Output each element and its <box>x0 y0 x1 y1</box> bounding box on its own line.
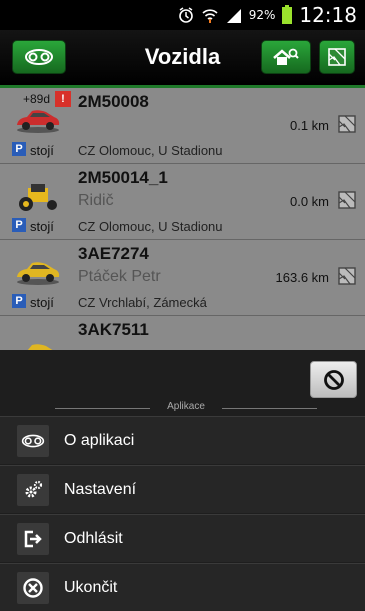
cancel-icon <box>323 369 345 391</box>
settings-icon <box>17 473 49 506</box>
menu-item-exit[interactable]: Ukončit <box>0 563 365 611</box>
section-header: Aplikace <box>55 400 317 416</box>
exit-icon <box>17 571 49 604</box>
warning-icon: ! <box>55 91 71 107</box>
signal-icon <box>225 6 243 24</box>
map-icon[interactable] <box>337 266 357 291</box>
days-badge: +89d <box>23 92 51 106</box>
vehicles-logo-icon <box>24 48 54 66</box>
map-icon[interactable] <box>337 114 357 139</box>
vehicle-address: CZ Olomouc, U Stadionu <box>78 219 223 234</box>
about-icon <box>17 424 49 457</box>
section-title: Aplikace <box>167 401 205 412</box>
status-bar: 92% 12:18 <box>0 0 365 30</box>
divider <box>222 408 317 409</box>
parking-icon: P <box>12 218 26 232</box>
battery-percent: 92% <box>248 8 276 22</box>
menu-item-label: Ukončit <box>64 578 118 596</box>
vehicle-driver: Ptáček Petr <box>78 268 161 285</box>
menu-item-logout[interactable]: Odhlásit <box>0 514 365 562</box>
vehicle-address: CZ Vrchlabí, Zámecká <box>78 295 207 310</box>
action-bar: Vozidla <box>0 30 365 88</box>
vehicle-plate: 3AK7511 <box>78 320 149 339</box>
vehicle-state: stojí <box>30 219 54 234</box>
car-icon <box>14 106 62 139</box>
vehicle-row[interactable]: 2M50014_1 Ridič 0.0 km P stojí CZ Olomou… <box>0 164 365 240</box>
page-title: Vozidla <box>144 44 221 69</box>
parking-icon: P <box>12 294 26 308</box>
battery-icon <box>281 5 293 25</box>
vehicle-row[interactable]: 3AE7274 Ptáček Petr 163.6 km P stojí CZ … <box>0 240 365 316</box>
map-icon[interactable] <box>337 190 357 215</box>
vehicle-state: stojí <box>30 143 54 158</box>
logout-icon <box>17 522 49 555</box>
map-icon <box>327 47 347 67</box>
tractor-icon <box>14 182 62 217</box>
vehicle-plate: 2M50014_1 <box>78 168 168 187</box>
vehicle-address: CZ Olomouc, U Stadionu <box>78 143 223 158</box>
vehicle-driver: Ridič <box>78 192 114 209</box>
menu-item-label: Odhlásit <box>64 529 123 547</box>
vehicle-row[interactable]: +89d ! 2M50008 0.1 km P stojí CZ Olomouc… <box>0 88 365 164</box>
app-menu-dialog: Aplikace O aplikaci Nastavení Odhlásit U… <box>0 350 365 611</box>
home-search-icon <box>272 47 300 67</box>
car-icon <box>14 340 62 350</box>
menu-item-label: Nastavení <box>64 480 137 498</box>
alarm-icon <box>177 6 195 24</box>
vehicle-distance: 0.0 km <box>289 194 329 209</box>
clock: 12:18 <box>299 3 357 27</box>
cancel-button[interactable] <box>310 361 357 398</box>
menu-item-about[interactable]: O aplikaci <box>0 416 365 464</box>
home-search-button[interactable] <box>261 40 311 74</box>
menu-item-settings[interactable]: Nastavení <box>0 465 365 513</box>
parking-icon: P <box>12 142 26 156</box>
vehicle-distance: 163.6 km <box>275 270 329 285</box>
vehicles-logo-button[interactable] <box>12 40 66 74</box>
vehicle-list: +89d ! 2M50008 0.1 km P stojí CZ Olomouc… <box>0 88 365 350</box>
wifi-icon <box>201 6 219 24</box>
menu-item-label: O aplikaci <box>64 431 135 449</box>
car-icon <box>14 258 62 291</box>
vehicle-state: stojí <box>30 295 54 310</box>
map-button[interactable] <box>319 40 355 74</box>
vehicle-distance: 0.1 km <box>289 118 329 133</box>
vehicle-plate: 3AE7274 <box>78 244 149 263</box>
vehicle-plate: 2M50008 <box>78 92 149 111</box>
vehicle-row[interactable]: 3AK7511 <box>0 316 365 350</box>
